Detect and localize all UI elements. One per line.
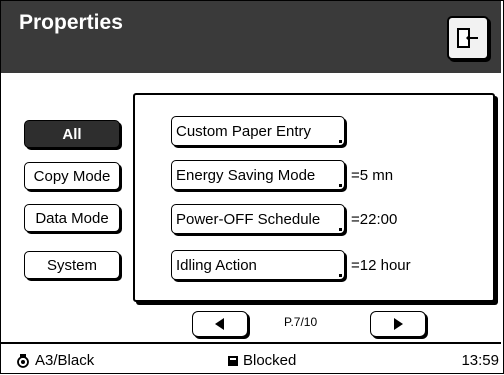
square-icon xyxy=(228,355,238,366)
power-off-schedule-button[interactable]: Power-OFF Schedule xyxy=(171,204,345,234)
category-label: Data Mode xyxy=(35,209,109,227)
setting-label: Energy Saving Mode xyxy=(176,166,316,184)
setting-label: Power-OFF Schedule xyxy=(176,210,321,228)
corner-mark xyxy=(339,274,342,277)
category-label: All xyxy=(62,125,82,143)
corner-mark xyxy=(339,184,342,187)
custom-paper-entry-button[interactable]: Custom Paper Entry xyxy=(171,116,345,146)
category-all-button[interactable]: All xyxy=(24,120,120,148)
blocked-status: Blocked xyxy=(227,352,296,369)
power-off-schedule-value: =22:00 xyxy=(351,211,398,228)
page-indicator: P.7/10 xyxy=(284,315,318,329)
corner-mark xyxy=(339,228,342,231)
energy-saving-mode-button[interactable]: Energy Saving Mode xyxy=(171,160,345,190)
corner-mark xyxy=(339,140,342,143)
triangle-left-icon xyxy=(215,318,224,330)
setting-label: Custom Paper Entry xyxy=(176,122,312,140)
exit-door-icon xyxy=(457,28,478,48)
exit-button[interactable] xyxy=(447,16,489,60)
category-label: System xyxy=(46,256,97,274)
paper-status-text: A3/Black xyxy=(35,352,95,369)
clock-time: 13:59 xyxy=(461,352,499,369)
toner-icon xyxy=(17,353,29,368)
header-bar: Properties xyxy=(1,1,501,73)
category-copy-mode-button[interactable]: Copy Mode xyxy=(24,162,120,190)
idling-action-button[interactable]: Idling Action xyxy=(171,250,345,280)
status-bar: A3/Black Blocked 13:59 xyxy=(1,342,501,375)
energy-saving-value: =5 mn xyxy=(351,167,394,184)
previous-page-button[interactable] xyxy=(192,311,248,337)
page-title: Properties xyxy=(19,11,123,34)
category-system-button[interactable]: System xyxy=(24,251,120,279)
next-page-button[interactable] xyxy=(370,311,426,337)
idling-action-value: =12 hour xyxy=(351,257,411,274)
paper-status: A3/Black xyxy=(15,352,94,369)
category-data-mode-button[interactable]: Data Mode xyxy=(24,204,120,232)
triangle-right-icon xyxy=(394,318,403,330)
main-panel: All Copy Mode Data Mode System Custom Pa… xyxy=(1,73,501,333)
setting-label: Idling Action xyxy=(176,256,257,274)
category-label: Copy Mode xyxy=(33,167,111,185)
blocked-status-text: Blocked xyxy=(243,352,297,369)
